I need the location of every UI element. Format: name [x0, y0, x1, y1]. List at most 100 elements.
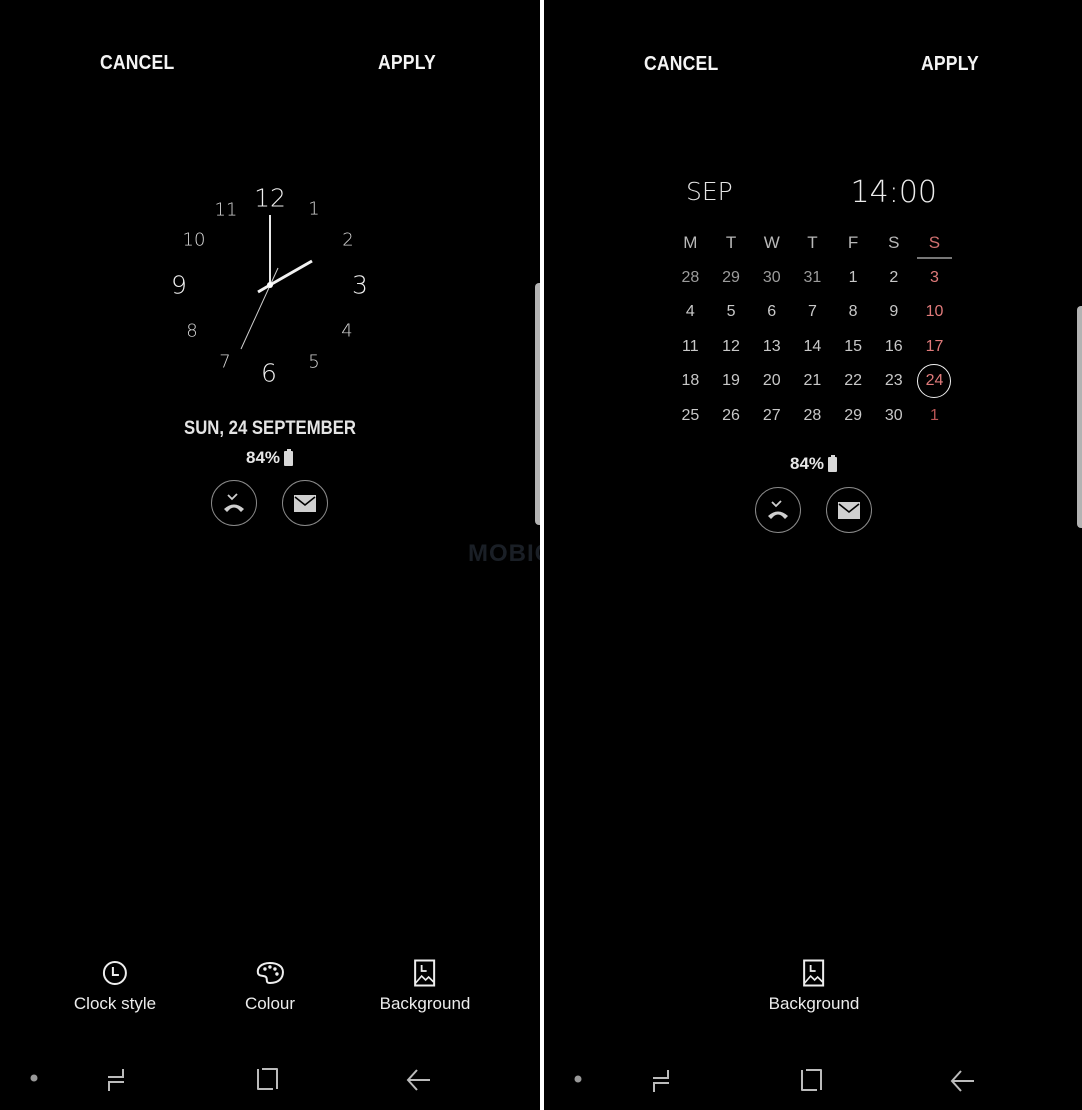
apply-button[interactable]: APPLY [921, 53, 979, 76]
clock-numeral-10: 10 [182, 229, 206, 251]
calendar-day: 25 [681, 406, 700, 424]
home-button-icon[interactable] [799, 1068, 825, 1094]
time-label: 14:00 [850, 175, 937, 210]
clock-numeral-9: 9 [171, 270, 187, 300]
calendar-day: 16 [884, 337, 903, 355]
calendar-day: 3 [930, 268, 939, 286]
clock-numeral-4: 4 [341, 320, 353, 342]
clock-style-label: Clock style [73, 994, 157, 1013]
calendar-day: 1 [848, 268, 858, 286]
calendar-day: 1 [930, 406, 939, 424]
hour-hand [269, 259, 313, 287]
back-arrow-icon[interactable] [949, 1068, 977, 1094]
missed-call-icon [768, 500, 788, 519]
calendar-day: 22 [844, 372, 862, 390]
calendar-day: 23 [884, 372, 903, 390]
weekday-label: T [807, 233, 818, 253]
calendar-day: 10 [925, 303, 944, 321]
missed-call-icon [224, 493, 244, 512]
clock-numeral-5: 5 [308, 351, 320, 373]
cancel-button[interactable]: CANCEL [100, 52, 174, 75]
clock-style-option[interactable]: Clock style [74, 958, 156, 1014]
weekday-label: T [725, 233, 737, 253]
calendar-day: 5 [726, 303, 736, 321]
calendar-day: 2 [889, 268, 899, 286]
mail-icon [838, 501, 860, 519]
apply-button[interactable]: APPLY [378, 52, 436, 75]
month-label: SEP [686, 177, 733, 206]
recent-apps-icon[interactable] [648, 1068, 674, 1094]
calendar-day: 21 [803, 372, 822, 390]
calendar-day: 28 [803, 406, 822, 424]
battery-status: 84% [246, 448, 294, 468]
weekday-header: M T W T F SS [670, 226, 960, 261]
calendar-day: 29 [722, 268, 740, 286]
calendar-day: 8 [848, 303, 858, 321]
cancel-button[interactable]: CANCEL [644, 53, 718, 76]
home-button-icon[interactable] [255, 1067, 281, 1093]
watermark: MOBIGYAAN [468, 540, 540, 567]
clock-numeral-11: 11 [214, 199, 238, 221]
calendar-day: 7 [807, 303, 817, 321]
calendar-day: 18 [681, 372, 700, 390]
image-icon [803, 959, 825, 987]
calendar-day: 28 [681, 268, 700, 286]
clock-numeral-2: 2 [342, 229, 354, 251]
calendar-day: 6 [767, 303, 777, 321]
background-label: Background [379, 994, 471, 1013]
image-icon [414, 959, 436, 987]
calendar-day: 19 [722, 372, 740, 390]
palette-icon [256, 961, 285, 985]
calendar-day: 31 [803, 268, 822, 286]
calendar-day: 27 [762, 406, 781, 424]
dot-indicator-icon[interactable] [573, 1074, 583, 1084]
weekday-label: S [888, 233, 900, 253]
background-option[interactable]: Background [768, 958, 860, 1014]
second-hand [240, 267, 279, 350]
analog-clock: 12 1 2 3 4 5 6 7 8 9 10 11 [160, 175, 380, 395]
background-option[interactable]: Background [379, 958, 471, 1014]
weekday-label: W [763, 233, 780, 253]
calendar-day: 30 [884, 406, 903, 424]
missed-call-notification[interactable] [211, 480, 257, 526]
calendar-day: 29 [844, 406, 862, 424]
date-label: SUN, 24 SEPTEMBER [184, 418, 356, 439]
edge-panel-handle[interactable] [1077, 306, 1082, 528]
calendar-day: 15 [844, 337, 862, 355]
weekday-label: M [683, 233, 698, 253]
clock-numeral-6: 6 [261, 358, 277, 388]
clock-numeral-8: 8 [186, 320, 198, 342]
clock-numeral-7: 7 [219, 351, 231, 373]
calendar-day: 9 [889, 303, 899, 321]
calendar-day: 12 [722, 337, 740, 355]
missed-call-notification[interactable] [755, 487, 801, 533]
calendar-day: 11 [682, 337, 699, 355]
message-notification[interactable] [282, 480, 328, 526]
dot-indicator-icon[interactable] [29, 1073, 39, 1083]
back-arrow-icon[interactable] [405, 1067, 433, 1093]
colour-option[interactable]: Colour [245, 958, 295, 1014]
calendar-grid: M T W T F S S 28 29 30 31 1 2 3 4 5 6 7 8 9 10 11 12 13 14 15 16 17… [670, 226, 960, 433]
battery-icon [828, 454, 838, 472]
calendar-day: 14 [803, 337, 822, 355]
calendar-day: 4 [685, 303, 695, 321]
battery-percent: 84% [246, 448, 281, 467]
clock-center [267, 282, 273, 288]
colour-label: Colour [244, 994, 296, 1013]
calendar-day: 20 [762, 372, 781, 390]
battery-status: 84% [790, 454, 838, 474]
message-notification[interactable] [826, 487, 872, 533]
calendar-week-row: 4 5 6 7 8 9 10 [670, 295, 960, 330]
calendar-week-row: 18 19 20 21 22 23 24 [670, 364, 960, 399]
calendar-week-row: 25 26 27 28 29 30 1 [670, 399, 960, 434]
edge-panel-handle[interactable] [535, 283, 540, 525]
battery-icon [284, 448, 294, 466]
left-screen-clock-style: CANCEL APPLY 12 1 2 3 4 5 6 7 8 9 10 11 … [0, 0, 540, 1110]
clock-numeral-12: 12 [254, 183, 286, 213]
calendar-day: 30 [762, 268, 781, 286]
calendar-day: 17 [925, 337, 944, 355]
background-label: Background [768, 994, 860, 1013]
clock-numeral-3: 3 [352, 270, 368, 300]
clock-icon [103, 961, 127, 985]
recent-apps-icon[interactable] [103, 1067, 129, 1093]
